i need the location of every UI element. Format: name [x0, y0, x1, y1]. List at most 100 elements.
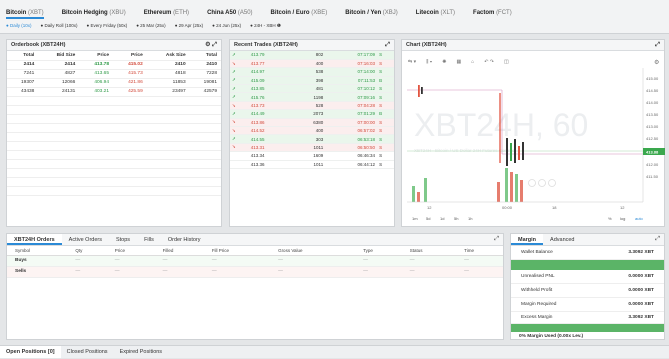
- orderbook-row[interactable]: 43438 24131 403.21 425.59 23497 42579: [7, 87, 221, 97]
- tab-bitcoin-hedging[interactable]: Bitcoin Hedging (XBU): [62, 7, 126, 19]
- tab-china-a50[interactable]: China A50 (A50): [207, 7, 252, 19]
- tab-bitcoin-euro[interactable]: Bitcoin / Euro (XBE): [271, 7, 328, 19]
- tab-open-positions[interactable]: Open Positions [0]: [0, 346, 61, 358]
- trade-row: ➘ 413.31 1011 06:50:50 S: [230, 143, 394, 153]
- contract-tabs: Bitcoin (XBT) Bitcoin Hedging (XBU) Ethe…: [6, 7, 530, 19]
- expand-icon[interactable]: ⤢: [655, 236, 660, 243]
- orderbook-header: Orderbook (XBT24H) ⚙ ⤢: [7, 40, 221, 51]
- settings-icon[interactable]: ⚙: [654, 59, 659, 66]
- trade-time: 07:01:29: [325, 109, 378, 119]
- trade-time: 07:16:03: [325, 59, 378, 69]
- trade-direction-icon: ➘: [230, 118, 249, 128]
- orders-row-buys[interactable]: Buys — — — — — — — —: [7, 255, 503, 267]
- trade-side: S: [377, 101, 394, 111]
- price-label: 413.00: [646, 124, 659, 129]
- tab-order-history[interactable]: Order History: [161, 234, 208, 245]
- range-button[interactable]: 5h: [454, 216, 458, 221]
- tab-active-orders[interactable]: Active Orders: [62, 234, 109, 245]
- trade-direction-icon: [230, 160, 249, 169]
- price-label: 413.50: [646, 112, 659, 117]
- contract-tabs-bar: Bitcoin (XBT) Bitcoin Hedging (XBU) Ethe…: [0, 0, 669, 34]
- orders-panel: XBT24H Orders Active Orders Stops Fills …: [6, 233, 504, 340]
- tab-margin[interactable]: Margin: [511, 234, 544, 245]
- trade-size: 2073: [291, 109, 326, 119]
- empty-row: [7, 150, 221, 160]
- trade-size: 1609: [291, 151, 326, 161]
- time-label: 12: [620, 205, 625, 210]
- empty-row: [7, 114, 221, 124]
- range-button[interactable]: 1d: [440, 216, 444, 221]
- tab-expired-positions[interactable]: Expired Positions: [114, 346, 169, 358]
- trade-row: 413.36 1011 06:44:12 S: [230, 160, 394, 169]
- trade-direction-icon: ➚: [230, 134, 249, 144]
- trade-size: 538: [291, 67, 326, 77]
- tab-litecoin[interactable]: Litecoin (XLT): [416, 7, 455, 19]
- trade-size: 303: [291, 134, 326, 144]
- trade-time: 06:53:18: [325, 134, 378, 144]
- trade-side: B: [377, 109, 394, 119]
- expand-icon[interactable]: ⤢: [655, 42, 660, 48]
- gear-icon[interactable]: ⚙: [205, 42, 210, 48]
- orderbook-row[interactable]: 2414 2414 413.78 415.02 2410 2410: [7, 60, 221, 70]
- trade-row: ➚ 413.79 802 07:17:09 S: [230, 51, 394, 60]
- log-toggle[interactable]: log: [620, 216, 625, 221]
- trade-side: S: [377, 134, 394, 144]
- recent-trades-table: ➚ 413.79 802 07:17:09 S ➘ 413.77 400 07:16:03 S ➚ 4…: [230, 51, 394, 169]
- col-ask-price: Price: [113, 51, 147, 61]
- expand-icon[interactable]: ⤢: [494, 236, 499, 243]
- wallet-balance-row: Wallet Balance 3.3092 XBT: [511, 246, 664, 260]
- tab-advanced[interactable]: Advanced: [543, 234, 581, 245]
- unrealised-pnl-row: Unrealised PNL 0.0000 XBT: [511, 270, 664, 284]
- price-chart[interactable]: XBT24H, 60 XBT24H · Bitcoin / US Dollar …: [402, 68, 666, 228]
- trade-direction-icon: ➘: [230, 101, 249, 111]
- trade-direction-icon: ➚: [230, 76, 249, 86]
- orderbook-head-row: Total Bid Size Price Price Ask Size Tota…: [7, 51, 221, 61]
- expand-icon[interactable]: ⤢: [212, 42, 217, 48]
- range-button[interactable]: 1h: [468, 216, 472, 221]
- tab-bitcoin[interactable]: Bitcoin (XBT): [6, 7, 44, 19]
- trade-side: S: [377, 59, 394, 69]
- tab-stops[interactable]: Stops: [109, 234, 137, 245]
- recent-trades-title: Recent Trades (XBT24H): [234, 42, 298, 48]
- trade-side: S: [377, 126, 394, 136]
- tab-ethereum[interactable]: Ethereum (ETH): [144, 7, 189, 19]
- tab-factom[interactable]: Factom (FCT): [473, 7, 512, 19]
- subtab-24-jun[interactable]: ● 24 Jun (25x): [212, 23, 241, 29]
- tab-xbt24h-orders[interactable]: XBT24H Orders: [7, 234, 62, 245]
- empty-row: [7, 123, 221, 133]
- subtab-25-mar[interactable]: ● 25 Mar (25x): [136, 23, 165, 29]
- expand-icon[interactable]: ⤢: [385, 42, 390, 48]
- auto-toggle[interactable]: auto: [635, 216, 644, 221]
- col-total: Total: [7, 51, 39, 61]
- current-price: 413.88: [646, 150, 659, 155]
- trade-time: 07:11:53: [325, 76, 378, 86]
- orderbook-row[interactable]: 19307 12066 406.94 421.86 11853 19081: [7, 78, 221, 88]
- orders-row-sells[interactable]: Sells — — — — — — — —: [7, 266, 503, 278]
- trade-size: 802: [291, 51, 326, 60]
- trade-time: 07:04:28: [325, 101, 378, 111]
- orderbook-table: Total Bid Size Price Price Ask Size Tota…: [7, 51, 221, 196]
- orderbook-title: Orderbook (XBT24H): [11, 42, 66, 48]
- tab-closed-positions[interactable]: Closed Positions: [61, 346, 114, 358]
- tab-fills[interactable]: Fills: [137, 234, 161, 245]
- subtab-24h[interactable]: ● 24H - XBH ❶: [250, 23, 281, 29]
- range-button[interactable]: 5d: [426, 216, 430, 221]
- trade-row: ➘ 413.77 400 07:16:03 S: [230, 59, 394, 69]
- orderbook-row[interactable]: 7241 4827 413.65 415.73 4818 7228: [7, 69, 221, 79]
- trade-price: 414.55: [248, 134, 292, 144]
- trade-side: S: [377, 118, 394, 128]
- tab-bitcoin-yen[interactable]: Bitcoin / Yen (XBJ): [345, 7, 398, 19]
- subtab-every-friday[interactable]: ● Every Friday (50x): [86, 23, 127, 29]
- range-button[interactable]: 1m: [412, 216, 418, 221]
- trade-price: 414.52: [248, 126, 292, 136]
- price-label: 412.00: [646, 162, 659, 167]
- percent-toggle[interactable]: %: [608, 216, 612, 221]
- trade-row: ➚ 415.09 398 07:11:53 B: [230, 76, 394, 86]
- subtab-29-apr[interactable]: ● 29 Apr (25x): [175, 23, 203, 29]
- trade-price: 415.76: [248, 92, 292, 102]
- orderbook-panel: Orderbook (XBT24H) ⚙ ⤢ Total Bid Size Pr…: [6, 39, 222, 227]
- subtab-daily-roll[interactable]: ● Daily Roll (100x): [40, 23, 77, 29]
- trade-side: B: [377, 76, 394, 86]
- trade-row: ➘ 413.86 6380 07:00:00 S: [230, 118, 394, 128]
- subtab-daily[interactable]: ● Daily (10x): [6, 23, 31, 29]
